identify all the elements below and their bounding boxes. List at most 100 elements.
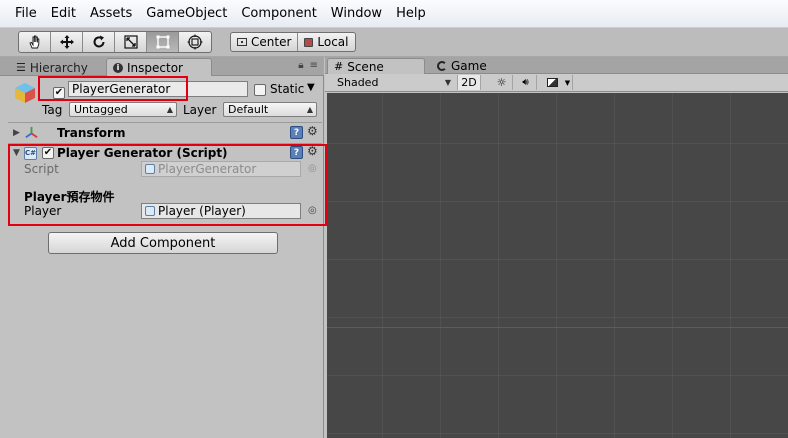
updown-arrows-icon: ▲ — [306, 105, 313, 114]
mode-2d-label: 2D — [461, 76, 477, 89]
scene-toolbar: Shaded ▼ 2D ☼ 🔊︎ ▼ — [325, 74, 788, 92]
move-tool-button[interactable] — [51, 32, 83, 52]
script-enabled-checkbox[interactable]: ✔ — [42, 147, 54, 159]
center-pivot-icon — [237, 38, 247, 46]
prefab-icon — [145, 206, 155, 216]
left-panel-tabs: ☰ Hierarchy i Inspector 🔒︎ ≡ — [0, 57, 324, 76]
game-pacman-icon — [437, 61, 447, 71]
hand-tool-button[interactable] — [19, 32, 51, 52]
combined-transform-icon — [187, 34, 203, 50]
help-book-icon[interactable]: ? — [290, 126, 303, 139]
checkmark-icon: ✔ — [53, 87, 65, 99]
csharp-script-icon: C# — [24, 147, 37, 160]
static-dropdown-arrow-icon[interactable]: ▼ — [307, 82, 315, 93]
lock-icon[interactable]: 🔒︎ — [298, 60, 303, 71]
script-component-title[interactable]: Player Generator (Script) — [57, 146, 228, 160]
scene-panel: # Scene Game Shaded ▼ 2D ☼ 🔊︎ ▼ — [325, 57, 788, 438]
rect-transform-icon — [156, 35, 169, 49]
shading-mode-dropdown[interactable]: Shaded ▼ — [331, 75, 453, 90]
menu-gameobject[interactable]: GameObject — [139, 0, 234, 28]
audio-toggle[interactable]: 🔊︎ — [515, 75, 537, 90]
panel-tab-controls: 🔒︎ ≡ — [298, 60, 318, 71]
menu-file[interactable]: File — [8, 0, 44, 28]
script-label: Script — [24, 162, 59, 176]
tag-label: Tag — [42, 103, 63, 117]
local-toggle[interactable]: Local — [298, 33, 354, 51]
sun-icon: ☼ — [496, 76, 507, 89]
scale-icon — [123, 35, 138, 49]
gear-icon[interactable]: ⚙ — [307, 124, 318, 138]
layer-value: Default — [228, 103, 269, 116]
layer-dropdown[interactable]: Default ▲ — [223, 102, 317, 117]
object-picker-icon: ◎ — [308, 163, 317, 174]
hierarchy-list-icon: ☰ — [16, 61, 26, 74]
tab-inspector-label: Inspector — [127, 60, 183, 75]
menu-help[interactable]: Help — [389, 0, 433, 28]
rotate-tool-button[interactable] — [83, 32, 115, 52]
center-label: Center — [251, 35, 292, 49]
scene-viewport[interactable] — [327, 93, 788, 438]
transform-title[interactable]: Transform — [57, 126, 125, 140]
tab-hierarchy-label: Hierarchy — [29, 60, 88, 75]
hand-icon — [28, 35, 39, 49]
active-checkbox[interactable]: ✔ — [53, 84, 65, 99]
object-picker-icon[interactable]: ◎ — [308, 205, 317, 216]
panel-menu-icon[interactable]: ≡ — [310, 60, 318, 71]
gear-icon[interactable]: ⚙ — [307, 144, 318, 158]
transform-tool-button[interactable] — [179, 32, 211, 52]
center-toggle[interactable]: Center — [231, 33, 299, 51]
divider — [8, 122, 322, 123]
menu-window[interactable]: Window — [324, 0, 389, 28]
updown-arrows-icon: ▲ — [166, 105, 173, 114]
menu-assets[interactable]: Assets — [83, 0, 139, 28]
info-icon: i — [113, 62, 123, 73]
local-label: Local — [317, 35, 349, 49]
tab-inspector[interactable]: i Inspector — [106, 58, 212, 76]
tab-hierarchy[interactable]: ☰ Hierarchy — [10, 59, 94, 76]
script-foldout-icon[interactable]: ▼ — [13, 148, 20, 158]
static-label: Static — [270, 82, 305, 96]
main-toolbar: Center Local — [0, 28, 788, 57]
effects-dropdown[interactable]: ▼ — [563, 75, 573, 90]
speaker-icon: 🔊︎ — [522, 77, 529, 88]
static-checkbox[interactable] — [254, 84, 266, 99]
menu-component[interactable]: Component — [234, 0, 323, 28]
tab-scene[interactable]: # Scene — [327, 58, 425, 74]
object-name-field[interactable]: PlayerGenerator — [68, 81, 248, 97]
image-icon — [546, 78, 558, 87]
lighting-toggle[interactable]: ☼ — [491, 75, 513, 90]
divider — [8, 225, 322, 226]
tag-value: Untagged — [74, 103, 128, 116]
menubar: File Edit Assets GameObject Component Wi… — [0, 0, 788, 28]
tab-game[interactable]: Game — [431, 58, 493, 74]
mode-2d-toggle[interactable]: 2D — [457, 75, 481, 90]
tab-game-label: Game — [451, 59, 487, 73]
script-file-icon — [145, 164, 155, 174]
rect-tool-button[interactable] — [147, 32, 179, 52]
effects-toggle[interactable] — [543, 75, 561, 90]
script-object-field: PlayerGenerator — [141, 161, 301, 177]
layer-label: Layer — [183, 103, 217, 117]
player-value: Player (Player) — [158, 204, 246, 218]
rotate-icon — [93, 35, 104, 48]
transform-foldout-icon[interactable]: ▶ — [13, 128, 20, 138]
right-panel-tabs: # Scene Game — [325, 57, 788, 74]
local-cube-icon — [304, 37, 314, 47]
move-arrows-icon — [59, 35, 74, 49]
scale-tool-button[interactable] — [115, 32, 147, 52]
dropdown-arrow-icon: ▼ — [444, 78, 451, 87]
transform-tools — [18, 31, 212, 53]
dropdown-arrow-icon: ▼ — [564, 78, 571, 87]
divider — [8, 143, 322, 144]
add-component-button[interactable]: Add Component — [48, 232, 278, 254]
tag-dropdown[interactable]: Untagged ▲ — [69, 102, 177, 117]
shading-mode-value: Shaded — [337, 76, 379, 89]
menu-edit[interactable]: Edit — [44, 0, 83, 28]
player-object-field[interactable]: Player (Player) — [141, 203, 301, 219]
player-label: Player — [24, 204, 62, 218]
pivot-toggles: Center Local — [230, 32, 356, 52]
help-book-icon[interactable]: ? — [290, 146, 303, 159]
gameobject-cube-icon — [15, 83, 35, 103]
scene-grid-icon: # — [334, 60, 344, 73]
static-checkbox-box — [254, 84, 266, 96]
